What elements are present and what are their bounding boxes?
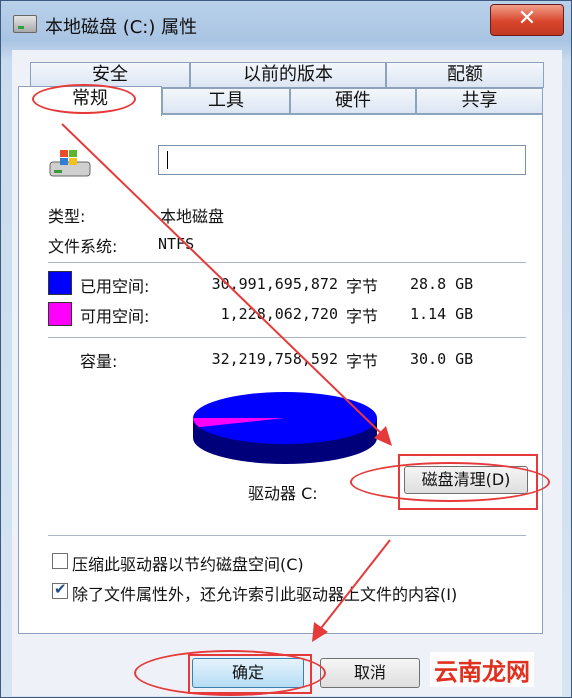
arrow-head-icon bbox=[312, 622, 328, 642]
watermark-logo: 云南龙网 bbox=[430, 652, 534, 687]
arrow-line bbox=[61, 123, 389, 441]
arrow-line bbox=[317, 539, 391, 633]
annotation-arrows bbox=[61, 123, 392, 642]
